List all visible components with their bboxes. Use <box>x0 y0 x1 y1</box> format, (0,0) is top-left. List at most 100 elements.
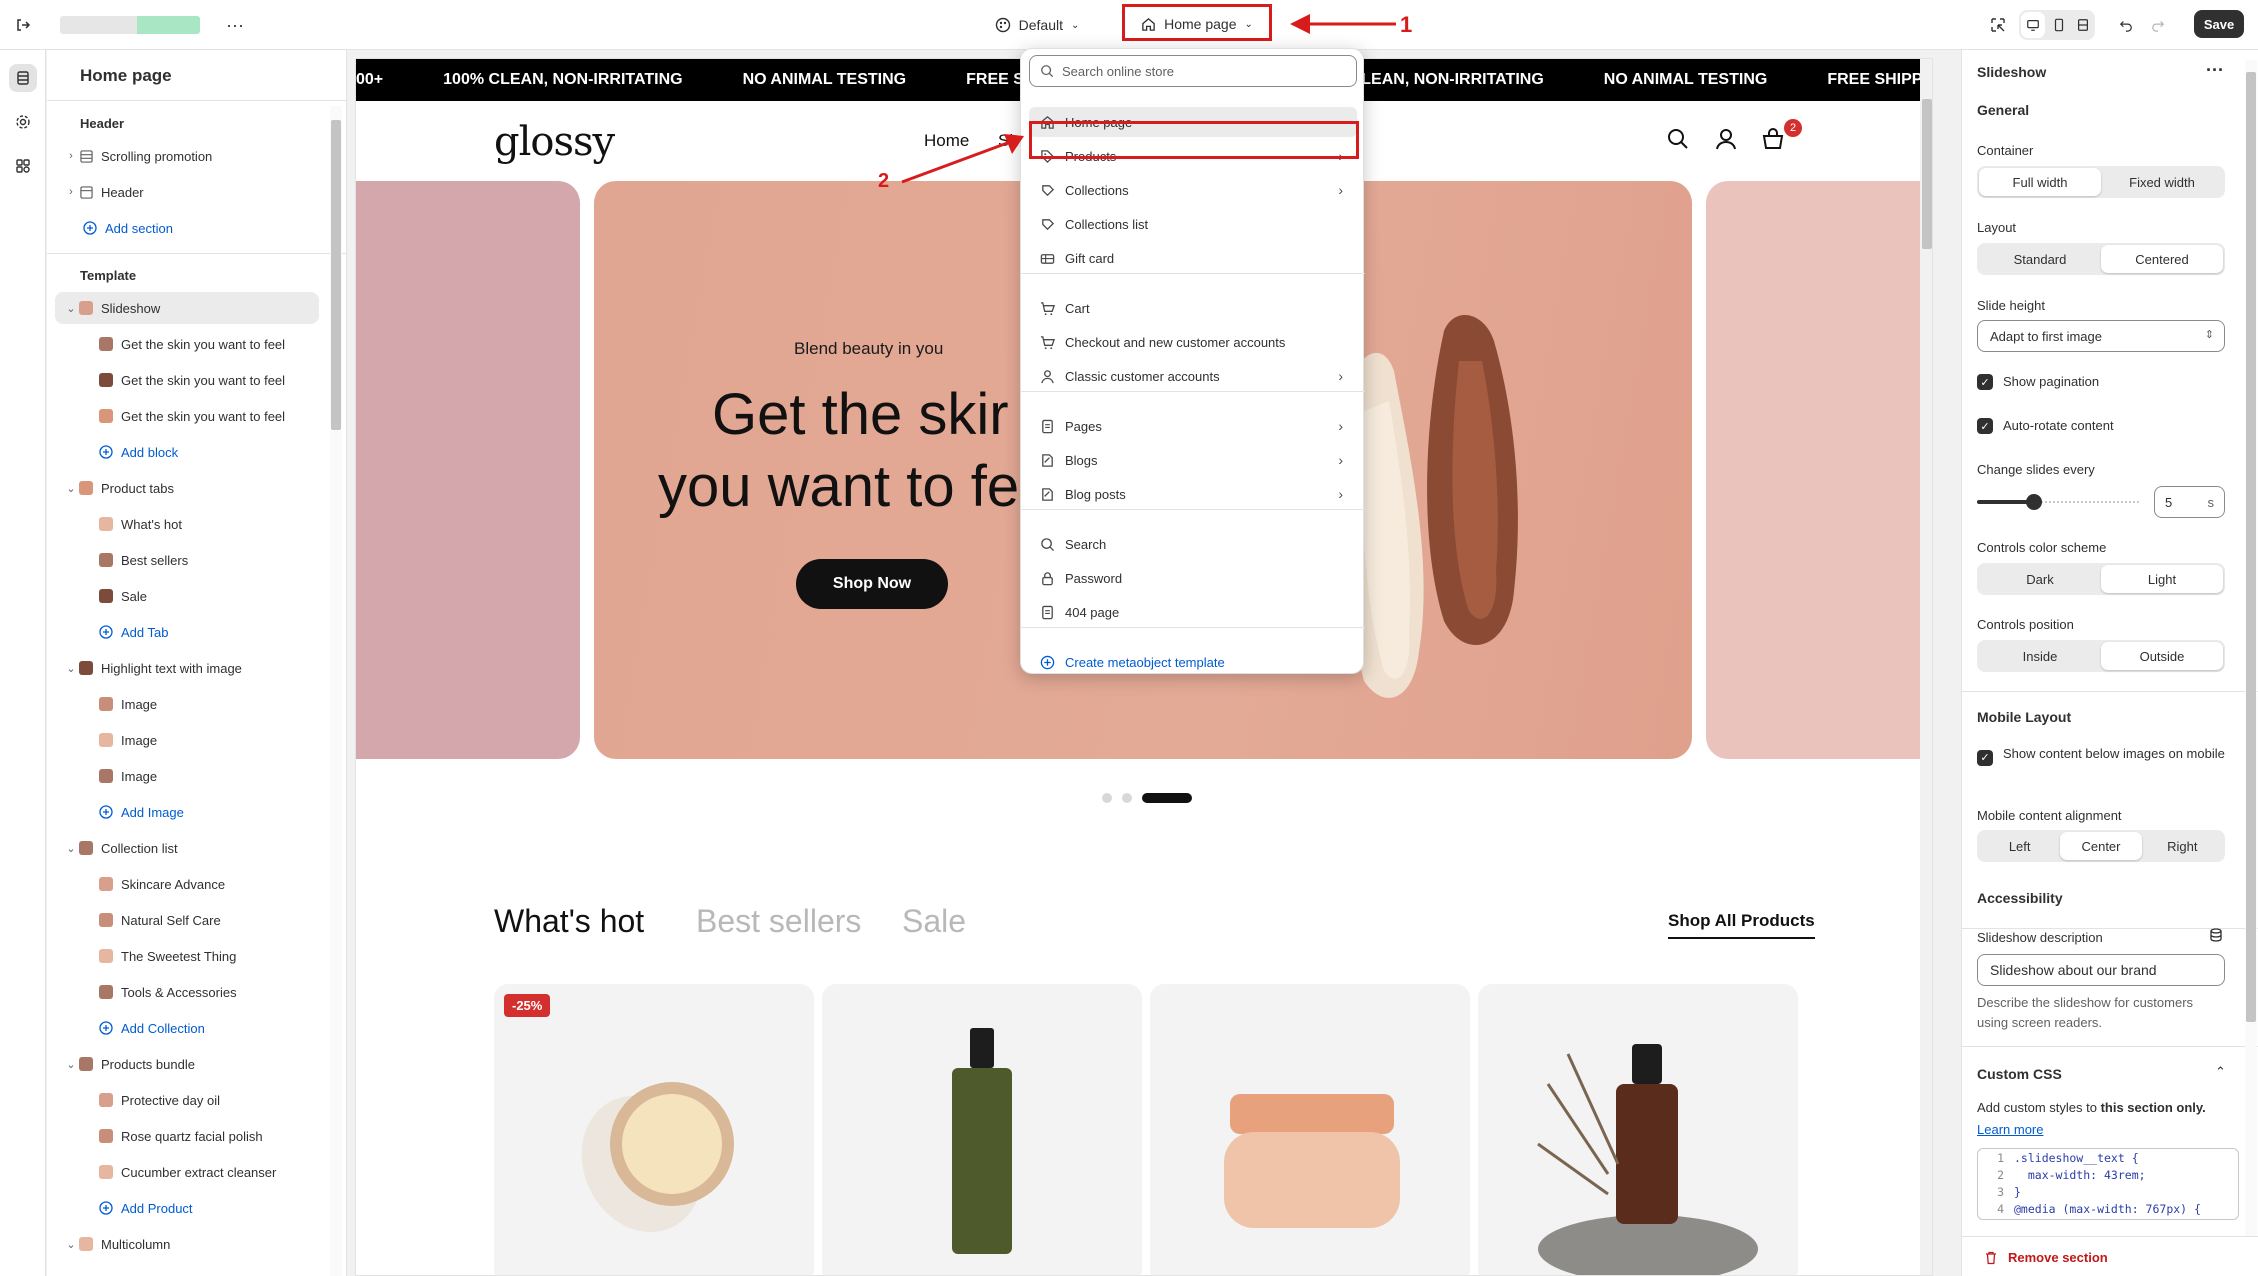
learn-more-link[interactable]: Learn more <box>1977 1122 2043 1137</box>
tree-add-link[interactable]: Add block <box>47 436 346 468</box>
pagination-dot-active[interactable] <box>1142 793 1192 803</box>
remove-section-button[interactable]: Remove section <box>1984 1250 2108 1265</box>
tree-block-row[interactable]: Cucumber extract cleanser <box>47 1156 346 1188</box>
controls-color-light-option[interactable]: Light <box>2101 565 2223 593</box>
layout-standard-option[interactable]: Standard <box>1979 245 2101 273</box>
product-card[interactable] <box>822 984 1142 1275</box>
mobile-alignment-right-option[interactable]: Right <box>2142 832 2223 860</box>
tree-add-link[interactable]: Add Image <box>47 796 346 828</box>
tree-block-row[interactable]: Get the skin you want to feel <box>47 364 346 396</box>
scrollbar-thumb[interactable] <box>2246 72 2256 1022</box>
layout-centered-option[interactable]: Centered <box>2101 245 2223 273</box>
tree-block-row[interactable]: Natural Self Care <box>47 904 346 936</box>
dropdown-item-blog-posts[interactable]: Blog posts › <box>1029 479 1357 509</box>
show-pagination-checkbox[interactable]: ✓ Show pagination <box>1977 374 2099 390</box>
save-button[interactable]: Save <box>2194 10 2244 38</box>
dropdown-item-404-page[interactable]: 404 page <box>1029 597 1357 627</box>
fullscreen-icon[interactable] <box>2071 12 2095 38</box>
left-scrollbar[interactable] <box>330 106 342 1276</box>
tree-section-row[interactable]: ⌄ Multicolumn <box>47 1228 346 1260</box>
cart-icon[interactable] <box>1761 127 1785 156</box>
tree-block-row[interactable]: Best sellers <box>47 544 346 576</box>
database-icon[interactable] <box>2209 928 2223 947</box>
dropdown-item-search[interactable]: Search <box>1029 529 1357 559</box>
product-card[interactable] <box>1478 984 1798 1275</box>
product-card[interactable] <box>1150 984 1470 1275</box>
mobile-show-content-checkbox[interactable]: ✓ Show content below images on mobile <box>1977 744 2237 766</box>
container-fixed-width-option[interactable]: Fixed width <box>2101 168 2223 196</box>
tab-best-sellers[interactable]: Best sellers <box>696 903 861 940</box>
redo-icon[interactable] <box>2146 12 2170 38</box>
change-slides-input[interactable]: 5 s <box>2154 486 2225 518</box>
tab-sale[interactable]: Sale <box>902 903 966 940</box>
apps-icon[interactable] <box>9 152 37 180</box>
tree-section-row[interactable]: ⌄ Highlight text with image <box>47 652 346 684</box>
tree-block-row[interactable]: Get the skin you want to feel <box>47 400 346 432</box>
tree-block-row[interactable]: Get the skin you want to feel <box>47 328 346 360</box>
dropdown-item-password[interactable]: Password <box>1029 563 1357 593</box>
more-actions-button[interactable]: ··· <box>222 12 248 38</box>
scrollbar-thumb[interactable] <box>331 120 341 430</box>
mobile-alignment-left-option[interactable]: Left <box>1979 832 2060 860</box>
dropdown-item-gift-card[interactable]: Gift card <box>1029 243 1357 273</box>
dropdown-item-checkout-and-new-customer-accounts[interactable]: Checkout and new customer accounts <box>1029 327 1357 357</box>
dropdown-item-create-metaobject-template[interactable]: Create metaobject template <box>1029 647 1357 677</box>
dropdown-item-pages[interactable]: Pages › <box>1029 411 1357 441</box>
undo-icon[interactable] <box>2114 12 2138 38</box>
section-row-header[interactable]: › Header <box>47 176 346 208</box>
tree-block-row[interactable]: The Sweetest Thing <box>47 940 346 972</box>
search-online-store-input[interactable]: Search online store <box>1029 55 1357 87</box>
tree-block-row[interactable]: Image <box>47 688 346 720</box>
tree-section-row[interactable]: ⌄ Products bundle <box>47 1048 346 1080</box>
account-icon[interactable] <box>1714 127 1738 156</box>
controls-position-outside-option[interactable]: Outside <box>2101 642 2223 670</box>
tree-add-link[interactable]: Add Collection <box>47 1012 346 1044</box>
dropdown-item-collections[interactable]: Collections › <box>1029 175 1357 205</box>
desktop-icon[interactable] <box>2021 12 2045 38</box>
search-icon[interactable] <box>1666 127 1690 156</box>
chevron-up-icon[interactable]: ⌃ <box>2215 1064 2226 1080</box>
slideshow-description-input[interactable]: Slideshow about our brand <box>1977 954 2225 986</box>
slide-height-select[interactable]: Adapt to first image ⇕ <box>1977 320 2225 352</box>
dropdown-item-classic-customer-accounts[interactable]: Classic customer accounts › <box>1029 361 1357 391</box>
tree-section-row[interactable]: ⌄ Product tabs <box>47 472 346 504</box>
auto-rotate-checkbox[interactable]: ✓ Auto-rotate content <box>1977 418 2114 434</box>
add-section-header-link[interactable]: Add section <box>47 212 346 244</box>
dropdown-item-collections-list[interactable]: Collections list <box>1029 209 1357 239</box>
tree-block-row[interactable]: Image <box>47 724 346 756</box>
container-full-width-option[interactable]: Full width <box>1979 168 2101 196</box>
scrollbar-thumb[interactable] <box>1922 99 1932 249</box>
custom-css-editor[interactable]: 1 .slideshow__text {2 max-width: 43rem; 3}… <box>1977 1148 2239 1220</box>
tree-section-row[interactable]: ⌄ Collection list <box>47 832 346 864</box>
mobile-alignment-center-option[interactable]: Center <box>2060 832 2142 860</box>
tree-block-row[interactable]: Rose quartz facial polish <box>47 1120 346 1152</box>
product-card[interactable]: -25% <box>494 984 814 1275</box>
more-options-icon[interactable]: ··· <box>2206 60 2224 81</box>
dropdown-item-cart[interactable]: Cart <box>1029 293 1357 323</box>
pagination-dot[interactable] <box>1102 793 1112 803</box>
tree-block-row[interactable]: Tools & Accessories <box>47 976 346 1008</box>
shop-all-products-link[interactable]: Shop All Products <box>1668 911 1815 939</box>
tree-block-row[interactable]: Skincare Advance <box>47 868 346 900</box>
tree-add-link[interactable]: Add Tab <box>47 616 346 648</box>
pagination-dot[interactable] <box>1122 793 1132 803</box>
inspector-icon[interactable] <box>1985 12 2011 38</box>
settings-gear-icon[interactable] <box>9 108 37 136</box>
section-row-scrolling-promotion[interactable]: › Scrolling promotion <box>47 140 346 172</box>
tree-add-link[interactable]: Add Product <box>47 1192 346 1224</box>
tree-block-row[interactable]: Image <box>47 760 346 792</box>
store-logo[interactable]: glossy <box>494 119 615 165</box>
right-scrollbar[interactable] <box>2245 60 2257 1236</box>
slide-shop-now-button[interactable]: Shop Now <box>796 559 948 609</box>
change-slides-thumb[interactable] <box>2025 494 2042 510</box>
tree-section-row[interactable]: ⌄ Slideshow <box>55 292 319 324</box>
controls-position-inside-option[interactable]: Inside <box>1979 642 2101 670</box>
preview-scrollbar[interactable] <box>1920 59 1932 1275</box>
sections-icon[interactable] <box>9 64 37 92</box>
tree-block-row[interactable]: Sale <box>47 580 346 612</box>
tree-block-row[interactable]: Protective day oil <box>47 1084 346 1116</box>
tab-whats-hot[interactable]: What's hot <box>494 903 644 940</box>
theme-selector[interactable]: Default ⌄ <box>982 12 1092 38</box>
mobile-icon[interactable] <box>2047 12 2071 38</box>
tree-block-row[interactable]: What's hot <box>47 508 346 540</box>
